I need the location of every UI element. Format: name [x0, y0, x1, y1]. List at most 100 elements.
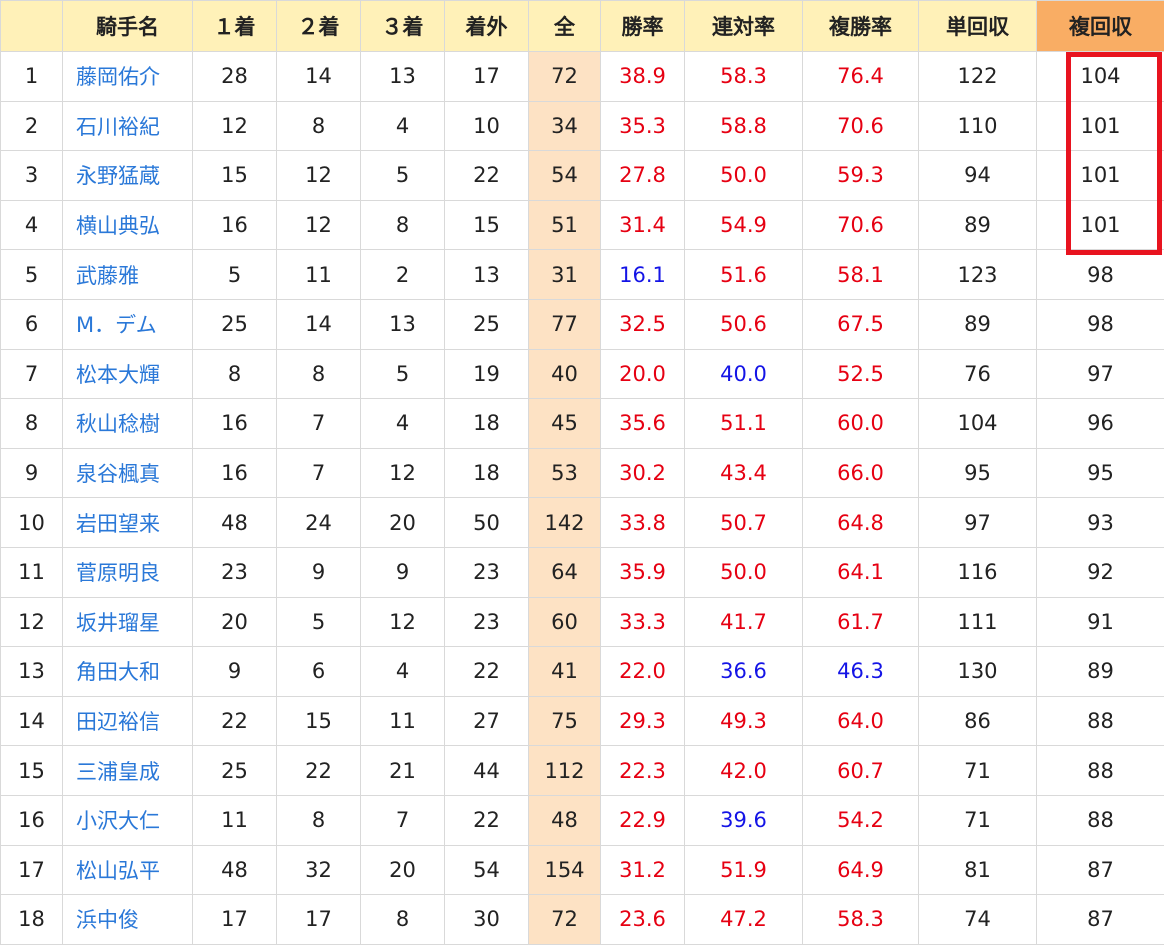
jockey-name-link[interactable]: 田辺裕信 — [62, 695, 193, 747]
show-rate-cell: 67.5 — [802, 298, 919, 350]
show-return-cell: 88 — [1036, 695, 1164, 747]
table-row: 16 小沢大仁 11 8 7 22 48 22.9 39.6 54.2 71 88 — [0, 794, 1164, 846]
third-place-cell: 8 — [360, 199, 445, 251]
quinella-rate-cell: 43.4 — [684, 447, 803, 499]
total-cell: 31 — [528, 249, 601, 300]
jockey-name-link[interactable]: 武藤雅 — [62, 249, 193, 300]
quinella-rate-cell: 41.7 — [684, 596, 803, 648]
header-row: 騎手名 １着 ２着 ３着 着外 全 勝率 連対率 複勝率 単回収 複回収 — [0, 0, 1164, 52]
show-rate-cell: 52.5 — [802, 348, 919, 400]
out-of-place-cell: 30 — [444, 894, 529, 945]
first-place-header[interactable]: １着 — [192, 0, 277, 52]
table-row: 9 泉谷楓真 16 7 12 18 53 30.2 43.4 66.0 95 95 — [0, 447, 1164, 499]
total-cell: 154 — [528, 844, 601, 896]
show-rate-cell: 54.2 — [802, 794, 919, 846]
win-return-cell: 130 — [918, 646, 1037, 697]
second-place-cell: 14 — [276, 298, 361, 350]
win-rate-header[interactable]: 勝率 — [600, 0, 685, 52]
total-cell: 54 — [528, 150, 601, 201]
second-place-cell: 7 — [276, 398, 361, 449]
table-row: 12 坂井瑠星 20 5 12 23 60 33.3 41.7 61.7 111 91 — [0, 596, 1164, 648]
total-cell: 51 — [528, 199, 601, 251]
win-return-cell: 94 — [918, 150, 1037, 201]
quinella-rate-cell: 58.3 — [684, 51, 803, 102]
third-place-cell: 8 — [360, 894, 445, 945]
rank-header — [0, 0, 63, 52]
second-place-cell: 11 — [276, 249, 361, 300]
jockey-name-link[interactable]: 小沢大仁 — [62, 794, 193, 846]
out-of-place-cell: 13 — [444, 249, 529, 300]
jockey-stats-table: 騎手名 １着 ２着 ３着 着外 全 勝率 連対率 複勝率 単回収 複回収 1 藤岡… — [0, 0, 1164, 945]
second-place-header[interactable]: ２着 — [276, 0, 361, 52]
win-rate-cell: 22.0 — [600, 646, 685, 697]
second-place-cell: 8 — [276, 794, 361, 846]
second-place-cell: 5 — [276, 596, 361, 648]
show-rate-cell: 58.3 — [802, 894, 919, 945]
jockey-name-link[interactable]: 浜中俊 — [62, 894, 193, 945]
show-return-cell: 92 — [1036, 546, 1164, 598]
jockey-name-link[interactable]: 秋山稔樹 — [62, 398, 193, 449]
win-rate-cell: 22.9 — [600, 794, 685, 846]
show-return-cell: 87 — [1036, 894, 1164, 945]
quinella-rate-cell: 49.3 — [684, 695, 803, 747]
show-return-cell: 97 — [1036, 348, 1164, 400]
third-place-header[interactable]: ３着 — [360, 0, 445, 52]
show-rate-cell: 46.3 — [802, 646, 919, 697]
quinella-rate-header[interactable]: 連対率 — [684, 0, 803, 52]
jockey-name-link[interactable]: 坂井瑠星 — [62, 596, 193, 648]
first-place-cell: 25 — [192, 745, 277, 796]
first-place-cell: 28 — [192, 51, 277, 102]
show-return-cell: 91 — [1036, 596, 1164, 648]
quinella-rate-cell: 51.9 — [684, 844, 803, 896]
out-of-place-cell: 23 — [444, 596, 529, 648]
jockey-name-link[interactable]: 永野猛蔵 — [62, 150, 193, 201]
win-return-cell: 104 — [918, 398, 1037, 449]
total-header[interactable]: 全 — [528, 0, 601, 52]
third-place-cell: 4 — [360, 100, 445, 152]
jockey-name-link[interactable]: 岩田望来 — [62, 497, 193, 548]
quinella-rate-cell: 50.0 — [684, 150, 803, 201]
jockey-name-link[interactable]: 松山弘平 — [62, 844, 193, 896]
show-rate-cell: 64.9 — [802, 844, 919, 896]
jockey-name-link[interactable]: 松本大輝 — [62, 348, 193, 400]
jockey-name-link[interactable]: 角田大和 — [62, 646, 193, 697]
rank-cell: 10 — [0, 497, 63, 548]
jockey-name-link[interactable]: 石川裕紀 — [62, 100, 193, 152]
jockey-name-link[interactable]: 藤岡佑介 — [62, 51, 193, 102]
show-return-header-sorted[interactable]: 複回収 — [1036, 0, 1164, 52]
rank-cell: 6 — [0, 298, 63, 350]
table-row: 5 武藤雅 5 11 2 13 31 16.1 51.6 58.1 123 98 — [0, 249, 1164, 300]
win-rate-cell: 27.8 — [600, 150, 685, 201]
table-row: 11 菅原明良 23 9 9 23 64 35.9 50.0 64.1 116 92 — [0, 546, 1164, 598]
total-cell: 41 — [528, 646, 601, 697]
out-of-place-cell: 18 — [444, 398, 529, 449]
first-place-cell: 9 — [192, 646, 277, 697]
quinella-rate-cell: 47.2 — [684, 894, 803, 945]
show-rate-header[interactable]: 複勝率 — [802, 0, 919, 52]
jockey-name-link[interactable]: M．デム — [62, 298, 193, 350]
first-place-cell: 16 — [192, 199, 277, 251]
win-return-cell: 116 — [918, 546, 1037, 598]
table-row: 2 石川裕紀 12 8 4 10 34 35.3 58.8 70.6 110 101 — [0, 100, 1164, 152]
win-return-cell: 86 — [918, 695, 1037, 747]
out-of-place-header[interactable]: 着外 — [444, 0, 529, 52]
second-place-cell: 7 — [276, 447, 361, 499]
first-place-cell: 22 — [192, 695, 277, 747]
quinella-rate-cell: 40.0 — [684, 348, 803, 400]
table-row: 3 永野猛蔵 15 12 5 22 54 27.8 50.0 59.3 94 101 — [0, 150, 1164, 201]
win-return-header[interactable]: 単回収 — [918, 0, 1037, 52]
jockey-name-link[interactable]: 横山典弘 — [62, 199, 193, 251]
show-rate-cell: 66.0 — [802, 447, 919, 499]
second-place-cell: 14 — [276, 51, 361, 102]
rank-cell: 4 — [0, 199, 63, 251]
jockey-name-header[interactable]: 騎手名 — [62, 0, 193, 52]
win-return-cell: 95 — [918, 447, 1037, 499]
show-return-cell: 98 — [1036, 298, 1164, 350]
jockey-name-link[interactable]: 菅原明良 — [62, 546, 193, 598]
jockey-name-link[interactable]: 泉谷楓真 — [62, 447, 193, 499]
jockey-name-link[interactable]: 三浦皇成 — [62, 745, 193, 796]
out-of-place-cell: 19 — [444, 348, 529, 400]
first-place-cell: 48 — [192, 497, 277, 548]
out-of-place-cell: 22 — [444, 794, 529, 846]
third-place-cell: 20 — [360, 844, 445, 896]
